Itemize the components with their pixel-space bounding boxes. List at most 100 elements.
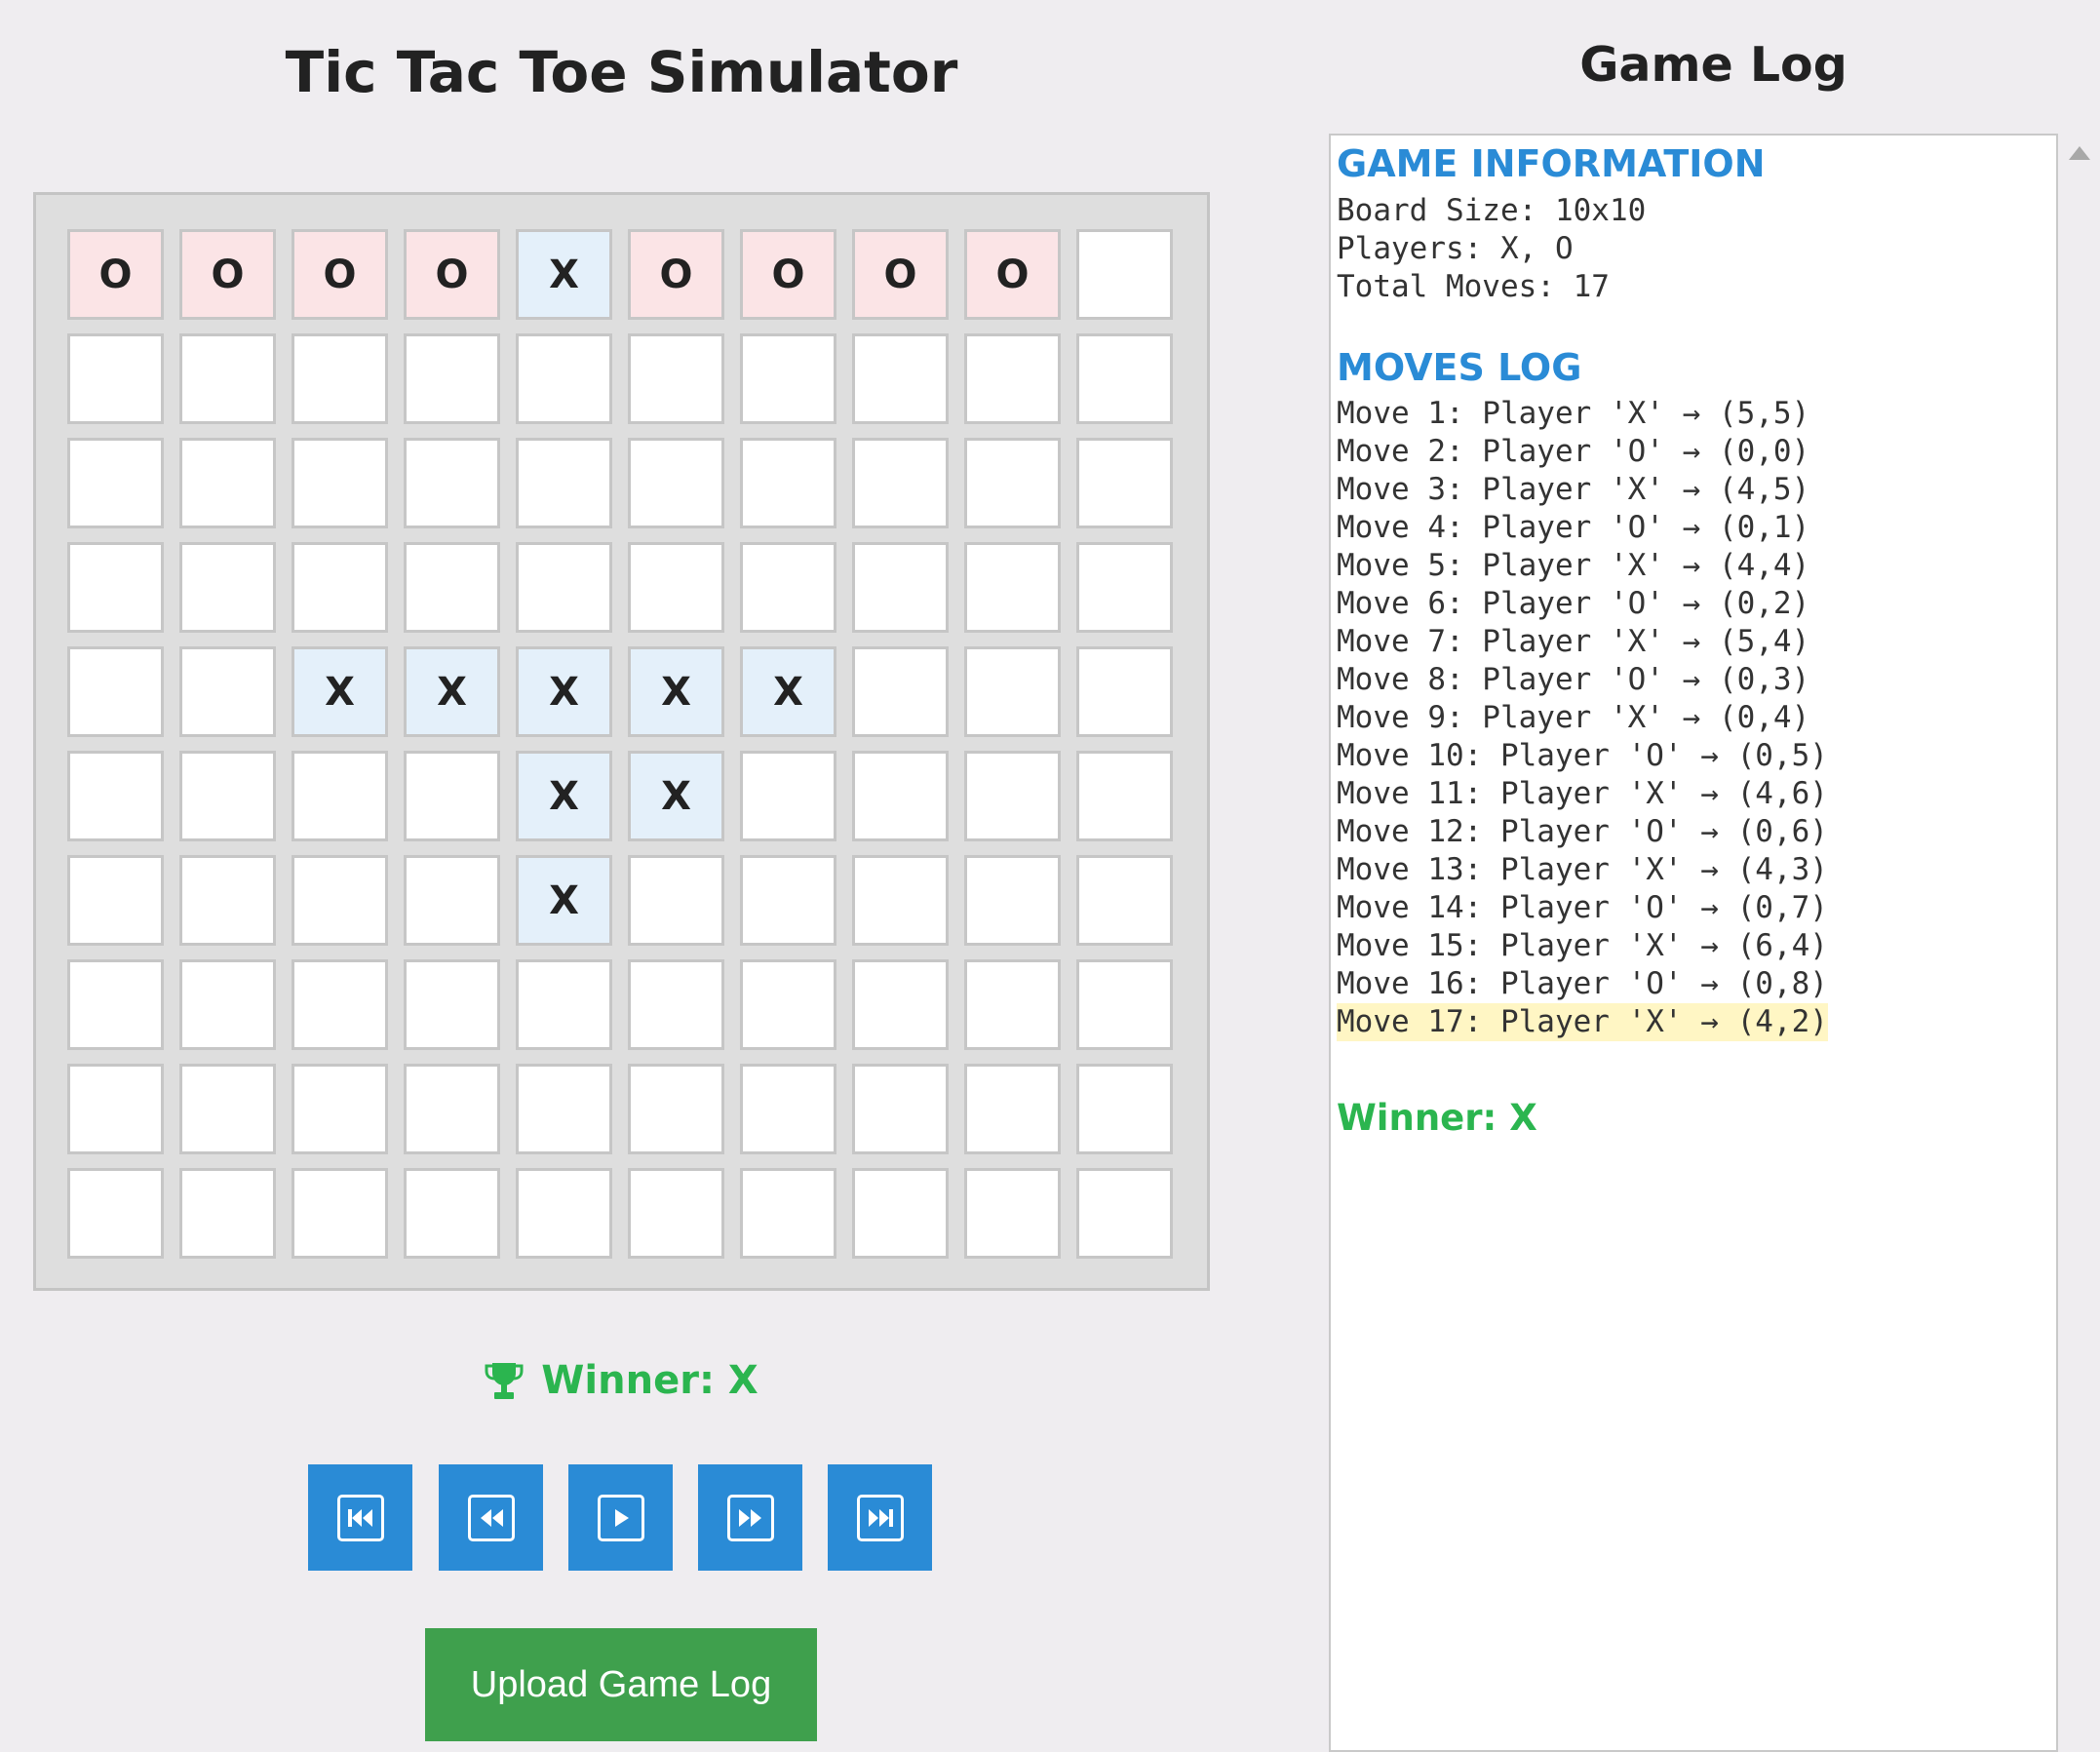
board-cell[interactable]	[67, 1168, 164, 1259]
previous-move-button[interactable]	[439, 1464, 543, 1571]
board-cell[interactable]	[1076, 959, 1173, 1050]
board-cell[interactable]	[67, 751, 164, 841]
board-cell[interactable]	[852, 1064, 949, 1154]
board-cell[interactable]	[179, 646, 276, 737]
move-log-entry[interactable]: Move 16: Player 'O' → (0,8)	[1337, 965, 1828, 1003]
move-log-entry[interactable]: Move 11: Player 'X' → (4,6)	[1337, 775, 1828, 813]
board-cell[interactable]	[628, 1168, 724, 1259]
board-cell[interactable]	[67, 1064, 164, 1154]
board-cell[interactable]	[292, 855, 388, 946]
board-cell[interactable]: O	[292, 229, 388, 320]
board-cell[interactable]	[292, 1168, 388, 1259]
game-log-panel[interactable]: GAME INFORMATION Board Size: 10x10 Playe…	[1329, 134, 2058, 1752]
board-cell[interactable]	[516, 1064, 612, 1154]
board-cell[interactable]	[964, 959, 1061, 1050]
board-cell[interactable]	[740, 438, 836, 528]
move-log-entry[interactable]: Move 5: Player 'X' → (4,4)	[1337, 547, 1809, 585]
first-move-button[interactable]	[308, 1464, 412, 1571]
board-cell[interactable]: X	[516, 229, 612, 320]
board-cell[interactable]	[404, 959, 500, 1050]
board-cell[interactable]	[740, 542, 836, 633]
next-move-button[interactable]	[698, 1464, 802, 1571]
move-log-entry[interactable]: Move 17: Player 'X' → (4,2)	[1337, 1003, 1828, 1041]
board-cell[interactable]	[179, 959, 276, 1050]
move-log-entry[interactable]: Move 7: Player 'X' → (5,4)	[1337, 623, 1809, 661]
board-cell[interactable]: X	[516, 646, 612, 737]
board-cell[interactable]	[67, 542, 164, 633]
board-cell[interactable]: O	[628, 229, 724, 320]
board-cell[interactable]: X	[628, 751, 724, 841]
board-cell[interactable]	[964, 1064, 1061, 1154]
board-cell[interactable]	[628, 855, 724, 946]
board-cell[interactable]	[852, 333, 949, 424]
board-cell[interactable]: O	[740, 229, 836, 320]
board-cell[interactable]	[1076, 1064, 1173, 1154]
board-cell[interactable]	[67, 438, 164, 528]
board-cell[interactable]	[1076, 855, 1173, 946]
board-cell[interactable]	[1076, 229, 1173, 320]
board-cell[interactable]	[852, 855, 949, 946]
board-cell[interactable]	[292, 1064, 388, 1154]
board-cell[interactable]	[404, 1064, 500, 1154]
board-cell[interactable]	[628, 333, 724, 424]
board-cell[interactable]	[292, 959, 388, 1050]
board-cell[interactable]	[628, 438, 724, 528]
board-cell[interactable]	[179, 1064, 276, 1154]
board-cell[interactable]	[67, 333, 164, 424]
board-cell[interactable]	[179, 542, 276, 633]
board-cell[interactable]	[964, 333, 1061, 424]
board-cell[interactable]: O	[852, 229, 949, 320]
board-cell[interactable]	[1076, 1168, 1173, 1259]
board-cell[interactable]	[179, 751, 276, 841]
board-cell[interactable]	[404, 1168, 500, 1259]
board-cell[interactable]: X	[516, 751, 612, 841]
board-cell[interactable]	[292, 751, 388, 841]
board-cell[interactable]	[740, 1168, 836, 1259]
board-cell[interactable]	[740, 959, 836, 1050]
board-cell[interactable]	[292, 333, 388, 424]
move-log-entry[interactable]: Move 8: Player 'O' → (0,3)	[1337, 661, 1809, 699]
board-cell[interactable]: X	[628, 646, 724, 737]
board-cell[interactable]	[292, 542, 388, 633]
move-log-entry[interactable]: Move 15: Player 'X' → (6,4)	[1337, 927, 1828, 965]
board-cell[interactable]	[179, 333, 276, 424]
board-cell[interactable]	[1076, 751, 1173, 841]
board-cell[interactable]	[964, 542, 1061, 633]
board-cell[interactable]	[1076, 333, 1173, 424]
board-cell[interactable]	[1076, 438, 1173, 528]
board-cell[interactable]	[179, 438, 276, 528]
board-cell[interactable]: X	[404, 646, 500, 737]
board-cell[interactable]	[964, 646, 1061, 737]
move-log-entry[interactable]: Move 1: Player 'X' → (5,5)	[1337, 395, 1809, 433]
board-cell[interactable]	[404, 438, 500, 528]
board-cell[interactable]	[852, 542, 949, 633]
board-cell[interactable]	[740, 1064, 836, 1154]
board-cell[interactable]	[516, 959, 612, 1050]
board-cell[interactable]	[628, 1064, 724, 1154]
board-cell[interactable]	[1076, 542, 1173, 633]
move-log-entry[interactable]: Move 4: Player 'O' → (0,1)	[1337, 509, 1809, 547]
board-cell[interactable]	[516, 333, 612, 424]
board-cell[interactable]	[740, 855, 836, 946]
move-log-entry[interactable]: Move 6: Player 'O' → (0,2)	[1337, 585, 1809, 623]
move-log-entry[interactable]: Move 13: Player 'X' → (4,3)	[1337, 851, 1828, 889]
board-cell[interactable]	[516, 542, 612, 633]
board-cell[interactable]	[852, 751, 949, 841]
board-cell[interactable]	[516, 1168, 612, 1259]
board-cell[interactable]	[179, 1168, 276, 1259]
board-cell[interactable]: O	[179, 229, 276, 320]
board-cell[interactable]: O	[67, 229, 164, 320]
board-cell[interactable]	[964, 1168, 1061, 1259]
board-cell[interactable]	[404, 542, 500, 633]
board-cell[interactable]: X	[740, 646, 836, 737]
board-cell[interactable]	[67, 646, 164, 737]
board-cell[interactable]: O	[964, 229, 1061, 320]
board-cell[interactable]: O	[404, 229, 500, 320]
board-cell[interactable]	[516, 438, 612, 528]
board-cell[interactable]	[852, 646, 949, 737]
scroll-up-arrow-icon[interactable]	[2069, 146, 2090, 160]
move-log-entry[interactable]: Move 2: Player 'O' → (0,0)	[1337, 433, 1809, 471]
board-cell[interactable]	[1076, 646, 1173, 737]
board-cell[interactable]	[404, 333, 500, 424]
board-cell[interactable]	[852, 1168, 949, 1259]
